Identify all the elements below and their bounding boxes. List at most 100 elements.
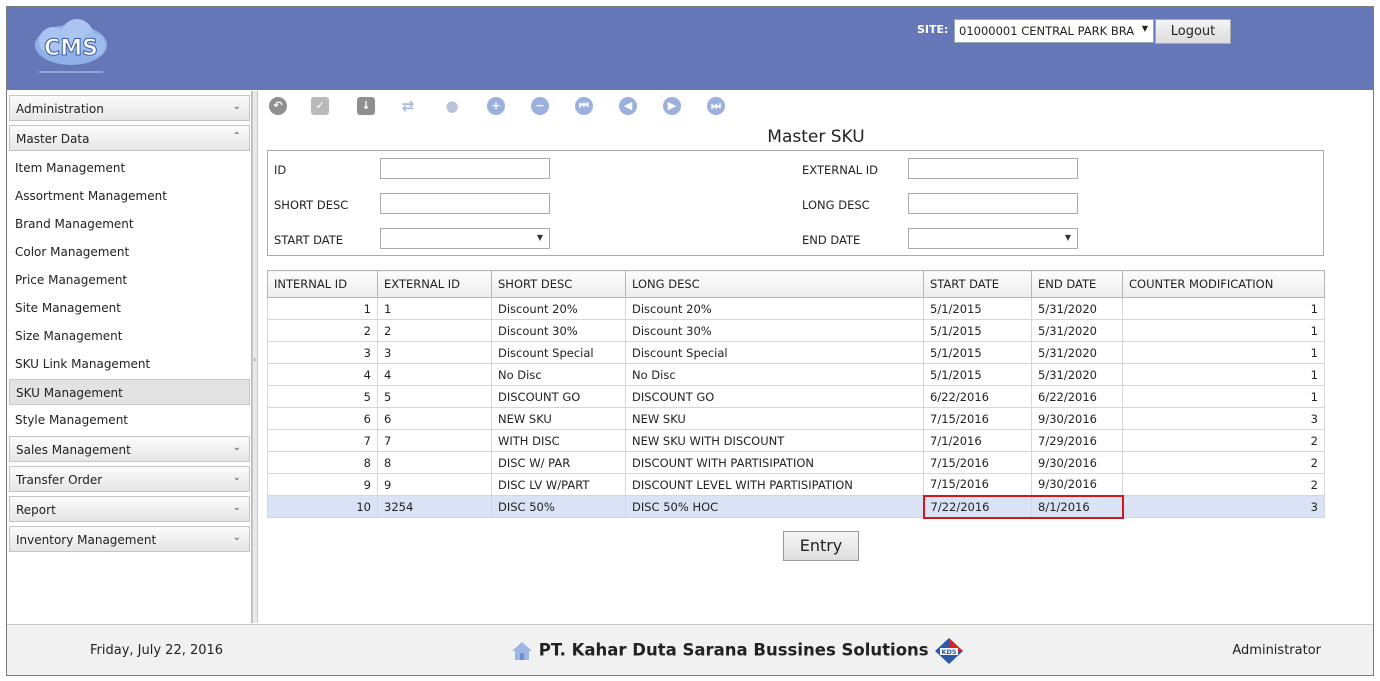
table-row[interactable]: 8 8 DISC W/ PAR DISCOUNT WITH PARTISIPATION… <box>267 451 1325 474</box>
table-row[interactable]: 9 9 DISC LV W/PART DISCOUNT LEVEL WITH PART… <box>267 473 1325 496</box>
refresh-icon[interactable]: ⇄ <box>399 97 417 115</box>
sidebar-item-size-management[interactable]: Size Management <box>9 323 250 349</box>
column-header-counter-modification[interactable]: COUNTER MODIFICATION <box>1122 270 1325 298</box>
table-cell: 5/31/2020 <box>1031 319 1123 342</box>
table-cell: 6/22/2016 <box>1031 385 1123 408</box>
app-header: CMS SITE: 01000001 CENTRAL PARK BRA ▼ Lo… <box>7 7 1373 90</box>
table-cell: 9 <box>267 473 378 496</box>
sidebar-group-administration[interactable]: Administration ⌄ <box>9 95 250 121</box>
table-cell: DISC 50% HOC <box>625 495 924 518</box>
column-header-start-date[interactable]: START DATE <box>923 270 1032 298</box>
sidebar-splitter[interactable]: ‹ <box>252 91 258 623</box>
dropdown-arrow-icon: ▼ <box>536 233 543 242</box>
sidebar-item-sku-management[interactable]: SKU Management <box>9 379 250 405</box>
site-select[interactable]: 01000001 CENTRAL PARK BRA ▼ <box>954 19 1154 43</box>
table-cell: 7/15/2016 <box>923 407 1032 430</box>
dropdown-arrow-icon: ▼ <box>1064 233 1071 242</box>
long-desc-label: LONG DESC <box>802 198 870 212</box>
chevron-down-icon: ⌄ <box>232 502 241 513</box>
table-cell: 2 <box>267 319 378 342</box>
table-row[interactable]: 6 6 NEW SKU NEW SKU 7/15/2016 9/30/2016 3 <box>267 407 1325 430</box>
approve-doc-icon[interactable]: ✓ <box>311 97 329 115</box>
table-row[interactable]: 10 3254 DISC 50% DISC 50% HOC 7/22/2016 8/1/2… <box>267 494 1325 519</box>
sidebar-group-label: Master Data <box>16 132 90 146</box>
table-cell: 5/1/2015 <box>923 341 1032 364</box>
last-page-icon[interactable]: ⏭ <box>707 97 725 115</box>
add-icon[interactable]: + <box>487 97 505 115</box>
short-desc-input[interactable] <box>380 193 550 214</box>
table-body: 1 1 Discount 20% Discount 20% 5/1/2015 5/31/2… <box>267 297 1325 519</box>
download-icon[interactable]: ↓ <box>357 97 375 115</box>
undo-icon[interactable]: ↶ <box>269 97 287 115</box>
remove-icon[interactable]: − <box>531 97 549 115</box>
previous-page-icon[interactable]: ◀ <box>619 97 637 115</box>
table-row[interactable]: 7 7 WITH DISC NEW SKU WITH DISCOUNT 7/1/2016… <box>267 429 1325 452</box>
sidebar-group-transfer-order[interactable]: Transfer Order ⌄ <box>9 466 250 492</box>
table-cell: 3 <box>1122 495 1325 518</box>
sidebar-group-master-data[interactable]: Master Data ⌃ <box>9 125 250 151</box>
table-cell: 6/22/2016 <box>923 385 1032 408</box>
end-date-picker[interactable]: ▼ <box>908 228 1078 249</box>
sidebar-item-style-management[interactable]: Style Management <box>9 407 250 433</box>
table-cell: NEW SKU <box>625 407 924 430</box>
table-cell: Discount 20% <box>491 297 626 320</box>
table-row[interactable]: 4 4 No Disc No Disc 5/1/2015 5/31/2020 1 <box>267 363 1325 386</box>
next-page-icon[interactable]: ▶ <box>663 97 681 115</box>
table-cell: No Disc <box>625 363 924 386</box>
sidebar-item-item-management[interactable]: Item Management <box>9 155 250 181</box>
sidebar-group-sales-management[interactable]: Sales Management ⌄ <box>9 436 250 462</box>
home-icon[interactable] <box>511 641 533 661</box>
sku-table: INTERNAL ID EXTERNAL ID SHORT DESC LONG … <box>267 270 1325 519</box>
sidebar-item-brand-management[interactable]: Brand Management <box>9 211 250 237</box>
table-cell: 5/31/2020 <box>1031 363 1123 386</box>
long-desc-input[interactable] <box>908 193 1078 214</box>
first-page-icon[interactable]: ⏮ <box>575 97 593 115</box>
sidebar-group-inventory-management[interactable]: Inventory Management ⌄ <box>9 526 250 552</box>
cms-logo: CMS <box>35 19 107 73</box>
entry-button[interactable]: Entry <box>783 531 859 561</box>
column-header-short-desc[interactable]: SHORT DESC <box>491 270 626 298</box>
table-cell: DISC W/ PAR <box>491 451 626 474</box>
table-cell: 1 <box>1122 341 1325 364</box>
table-cell: 3254 <box>377 495 492 518</box>
id-input[interactable] <box>380 158 550 179</box>
table-cell: 3 <box>377 341 492 364</box>
kds-logo-icon: KDS <box>935 638 964 664</box>
sidebar-item-assortment-management[interactable]: Assortment Management <box>9 183 250 209</box>
chevron-down-icon: ⌄ <box>232 472 241 483</box>
table-row[interactable]: 5 5 DISCOUNT GO DISCOUNT GO 6/22/2016 6/22/20… <box>267 385 1325 408</box>
user-icon[interactable]: ● <box>443 97 461 115</box>
table-cell: 7 <box>267 429 378 452</box>
table-cell: 9/30/2016 <box>1031 451 1123 474</box>
table-cell: 1 <box>377 297 492 320</box>
table-cell: DISCOUNT WITH PARTISIPATION <box>625 451 924 474</box>
external-id-input[interactable] <box>908 158 1078 179</box>
table-cell: 2 <box>377 319 492 342</box>
app-window: CMS SITE: 01000001 CENTRAL PARK BRA ▼ Lo… <box>6 6 1374 676</box>
column-header-long-desc[interactable]: LONG DESC <box>625 270 924 298</box>
id-label: ID <box>274 163 287 177</box>
footer: Friday, July 22, 2016 PT. Kahar Duta Sar… <box>7 624 1373 675</box>
column-header-internal-id[interactable]: INTERNAL ID <box>267 270 378 298</box>
sidebar-item-price-management[interactable]: Price Management <box>9 267 250 293</box>
table-cell: 8 <box>267 451 378 474</box>
column-header-external-id[interactable]: EXTERNAL ID <box>377 270 492 298</box>
table-row[interactable]: 1 1 Discount 20% Discount 20% 5/1/2015 5/31/2… <box>267 297 1325 320</box>
logout-button[interactable]: Logout <box>1155 19 1231 44</box>
table-cell: 4 <box>377 363 492 386</box>
sidebar-group-report[interactable]: Report ⌄ <box>9 496 250 522</box>
table-row[interactable]: 2 2 Discount 30% Discount 30% 5/1/2015 5/31/2… <box>267 319 1325 342</box>
table-cell: 1 <box>1122 297 1325 320</box>
table-cell: 2 <box>1122 473 1325 496</box>
chevron-down-icon: ⌄ <box>232 101 241 112</box>
table-cell: 4 <box>267 363 378 386</box>
column-header-end-date[interactable]: END DATE <box>1031 270 1123 298</box>
table-cell: Discount Special <box>491 341 626 364</box>
sidebar-item-sku-link-management[interactable]: SKU Link Management <box>9 351 250 377</box>
table-row[interactable]: 3 3 Discount Special Discount Special 5/1/20… <box>267 341 1325 364</box>
sidebar-item-site-management[interactable]: Site Management <box>9 295 250 321</box>
sidebar-item-color-management[interactable]: Color Management <box>9 239 250 265</box>
start-date-picker[interactable]: ▼ <box>380 228 550 249</box>
table-cell: NEW SKU WITH DISCOUNT <box>625 429 924 452</box>
table-cell: 2 <box>1122 451 1325 474</box>
